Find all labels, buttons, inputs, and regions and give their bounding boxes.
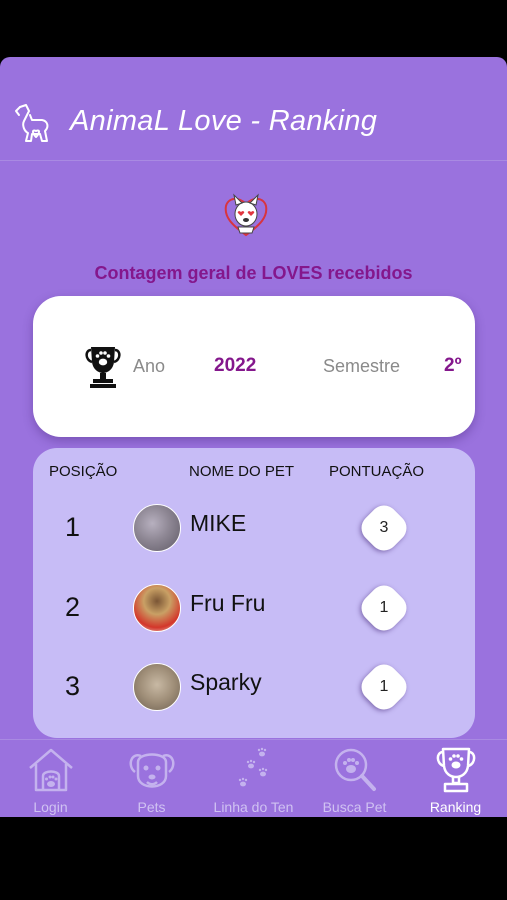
app-title: AnimaL Love - Ranking — [70, 105, 378, 137]
pet-name: MIKE — [190, 510, 247, 536]
semester-label: Semestre — [323, 356, 401, 376]
pet-name: Fru Fru — [190, 590, 266, 616]
app-header: AnimaL Love - Ranking — [0, 57, 507, 161]
row-position: 3 — [65, 671, 81, 701]
tab-bar: Login Pets Linha do Ten Busca Pet Rankin… — [0, 739, 507, 817]
year-label: Ano — [133, 356, 166, 376]
tab-busca-pet[interactable]: Busca Pet — [304, 740, 405, 817]
tab-linha-do-tempo[interactable]: Linha do Ten — [203, 740, 304, 817]
tab-label: Ranking — [429, 799, 482, 815]
score-badge: 1 — [355, 658, 413, 716]
trophy-icon — [436, 747, 476, 793]
paw-trail-icon — [238, 747, 268, 787]
table-row[interactable]: 3 Sparky 1 — [33, 658, 475, 733]
tab-pets[interactable]: Pets — [101, 740, 202, 817]
semester-value[interactable]: 2º — [444, 355, 462, 377]
score-badge: 3 — [355, 499, 413, 557]
tab-ranking[interactable]: Ranking — [405, 740, 506, 817]
header-pet-name: NOME DO PET — [189, 463, 295, 480]
pet-avatar[interactable] — [133, 663, 181, 711]
app-screen: AnimaL Love - Ranking Contagem geral de … — [0, 57, 507, 817]
dog-face-icon — [129, 753, 175, 788]
dog-heart-logo-icon — [15, 104, 49, 142]
tab-label: Login — [33, 799, 68, 815]
header-position: POSIÇÃO — [49, 463, 118, 480]
dog-love-icon — [224, 193, 268, 237]
tab-label: Pets — [137, 799, 166, 815]
search-pet-icon — [334, 748, 376, 791]
pet-avatar[interactable] — [133, 584, 181, 632]
table-row[interactable]: 2 Fru Fru 1 — [33, 579, 475, 654]
year-value[interactable]: 2022 — [214, 355, 256, 377]
score-badge: 1 — [355, 579, 413, 637]
ranking-table: POSIÇÃO NOME DO PET PONTUAÇÃO 1 MIKE 3 2… — [33, 448, 475, 738]
tab-label: Busca Pet — [322, 799, 387, 815]
tab-login[interactable]: Login — [0, 740, 101, 817]
row-position: 2 — [65, 592, 81, 622]
doghouse-icon — [29, 748, 73, 792]
header-score: PONTUAÇÃO — [329, 463, 425, 480]
tab-label: Linha do Ten — [213, 799, 294, 815]
period-card: Ano 2022 Semestre 2º — [33, 296, 475, 437]
pet-avatar[interactable] — [133, 504, 181, 552]
pet-name: Sparky — [190, 669, 262, 695]
row-position: 1 — [65, 512, 81, 542]
ranking-subtitle: Contagem geral de LOVES recebidos — [94, 263, 413, 283]
table-row[interactable]: 1 MIKE 3 — [33, 499, 475, 574]
trophy-icon — [85, 347, 121, 388]
